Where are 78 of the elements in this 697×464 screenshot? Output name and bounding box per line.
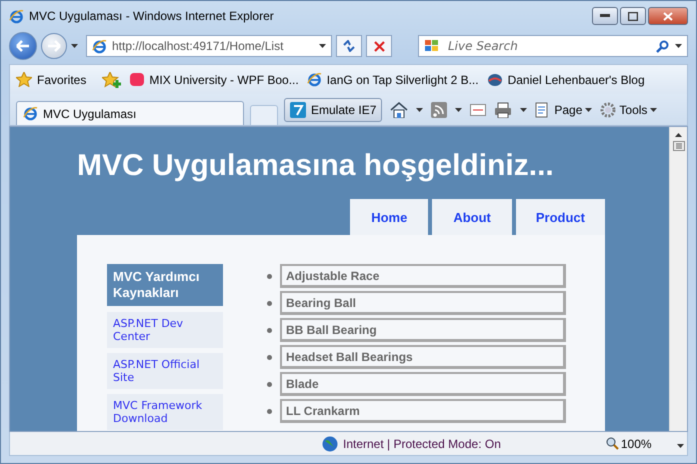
caret-icon bbox=[520, 108, 528, 112]
ie-icon bbox=[306, 72, 322, 87]
close-button[interactable] bbox=[648, 7, 688, 25]
product-item: LL Crankarm bbox=[280, 399, 566, 423]
page-heading: MVC Uygulamasına hoşgeldiniz... bbox=[77, 149, 555, 184]
menu-link[interactable]: About bbox=[432, 199, 512, 235]
home-icon[interactable] bbox=[390, 102, 408, 118]
minimize-icon bbox=[600, 14, 610, 18]
star-icon bbox=[16, 72, 32, 87]
search-icon[interactable] bbox=[656, 40, 669, 52]
minimize-button[interactable] bbox=[592, 7, 618, 25]
caret-icon bbox=[319, 44, 326, 48]
product-item: Adjustable Race bbox=[280, 264, 566, 288]
search-box[interactable]: Live Search bbox=[418, 35, 688, 57]
left-arrow-icon bbox=[16, 40, 30, 52]
address-field[interactable]: http://localhost:49171/Home/List bbox=[86, 35, 332, 57]
mail-icon[interactable] bbox=[470, 104, 486, 116]
product-item: Blade bbox=[280, 372, 566, 396]
globe-icon bbox=[322, 436, 338, 452]
up-arrow-icon[interactable] bbox=[675, 133, 682, 137]
rounded-square-icon bbox=[130, 73, 144, 86]
feed-icon[interactable] bbox=[431, 102, 448, 118]
bullet-icon bbox=[267, 382, 272, 386]
printer-icon[interactable] bbox=[494, 102, 512, 118]
bullet-icon bbox=[267, 274, 272, 278]
close-icon bbox=[374, 40, 384, 52]
close-icon bbox=[663, 12, 673, 20]
product-item: Headset Ball Bearings bbox=[280, 345, 566, 369]
product-item: BB Ball Bearing bbox=[280, 318, 566, 342]
sidebar-link[interactable]: ASP.NET Official Site bbox=[107, 353, 223, 389]
refresh-button[interactable] bbox=[336, 35, 362, 57]
caret-icon bbox=[455, 108, 462, 112]
ie-icon bbox=[23, 106, 38, 121]
zoom-level[interactable]: 100% bbox=[606, 436, 652, 450]
product-item: Bearing Ball bbox=[280, 291, 566, 315]
security-zone: Internet | Protected Mode: On bbox=[343, 436, 501, 450]
scrollbar[interactable] bbox=[669, 127, 687, 431]
bullet-icon bbox=[267, 408, 272, 414]
emulate-button[interactable]: Emulate IE7 bbox=[284, 98, 382, 122]
windows-flag-icon bbox=[424, 39, 440, 53]
maximize-button[interactable] bbox=[620, 7, 646, 25]
browser-tab[interactable]: MVC Uygulaması bbox=[16, 101, 244, 125]
add-favorite-icon[interactable] bbox=[102, 72, 122, 88]
window-title: MVC Uygulaması - Windows Internet Explorer bbox=[29, 9, 275, 23]
menu-link[interactable]: Product bbox=[516, 199, 605, 235]
favorites-button[interactable]: Favorites bbox=[16, 72, 86, 87]
sidebar-link[interactable]: MVC Framework Download bbox=[107, 394, 223, 430]
favorite-link[interactable]: MIX University - WPF Boo... bbox=[130, 72, 299, 86]
ie-icon bbox=[92, 38, 107, 54]
bullet-icon bbox=[267, 300, 272, 306]
favorite-link[interactable]: IanG on Tap Silverlight 2 B... bbox=[306, 72, 479, 87]
magnifier-icon bbox=[606, 437, 619, 450]
caret-icon bbox=[71, 44, 78, 48]
stop-button[interactable] bbox=[366, 35, 392, 57]
tools-menu[interactable]: Tools bbox=[600, 102, 658, 118]
right-arrow-icon bbox=[47, 40, 61, 52]
caret-icon bbox=[585, 108, 592, 112]
scroll-thumb-icon[interactable] bbox=[672, 141, 684, 151]
sidebar-title: MVC Yardımcı Kaynakları bbox=[107, 264, 223, 306]
forward-button[interactable] bbox=[41, 33, 67, 59]
back-button[interactable] bbox=[9, 32, 37, 60]
caret-icon bbox=[416, 108, 424, 112]
menu-link[interactable]: Home bbox=[350, 199, 428, 235]
blog-icon bbox=[486, 72, 503, 86]
seven-icon bbox=[290, 102, 306, 118]
caret-icon bbox=[650, 108, 658, 112]
sidebar-link[interactable]: ASP.NET Dev Center bbox=[107, 312, 223, 348]
caret-icon bbox=[675, 44, 682, 48]
ie-icon bbox=[9, 8, 24, 24]
maximize-icon bbox=[628, 12, 638, 20]
search-input[interactable]: Live Search bbox=[446, 38, 650, 54]
refresh-icon bbox=[342, 40, 356, 52]
gear-icon bbox=[600, 102, 616, 118]
favorite-link[interactable]: Daniel Lehenbauer's Blog bbox=[486, 72, 645, 86]
caret-icon bbox=[676, 444, 684, 448]
bullet-icon bbox=[267, 354, 272, 360]
page-menu[interactable]: Page bbox=[535, 102, 592, 118]
bullet-icon bbox=[267, 328, 272, 332]
